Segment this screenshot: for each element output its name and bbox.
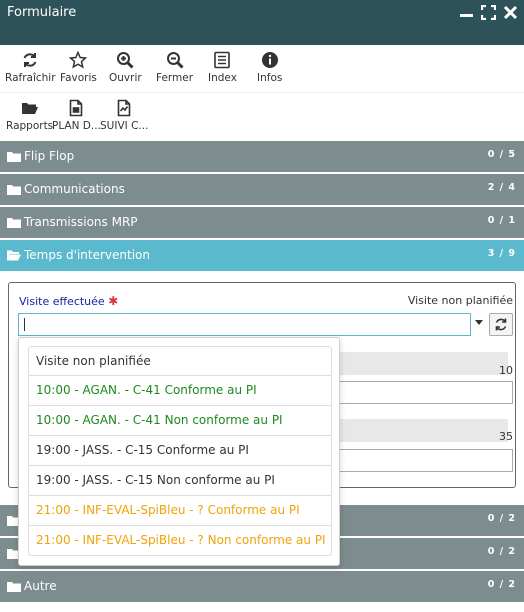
index-label: Index (208, 72, 237, 84)
suivi-label: SUIVI C... (100, 120, 149, 132)
option-label: 21:00 - INF-EVAL-SpiBleu - ? Non conform… (36, 533, 326, 547)
dropdown-option[interactable]: 19:00 - JASS. - C-15 Conforme au PI (28, 436, 332, 466)
suivi-button[interactable]: SUIVI C... (100, 99, 148, 132)
option-label: 21:00 - INF-EVAL-SpiBleu - ? Conforme au… (36, 503, 300, 517)
reports-button[interactable]: Rapports (6, 99, 53, 132)
plan-label: PLAN D... (52, 120, 101, 132)
index-button[interactable]: Index (208, 51, 237, 84)
dropdown-option[interactable]: 10:00 - AGAN. - C-41 Conforme au PI (28, 376, 332, 406)
section-autre[interactable]: Autre 0 / 2 (0, 571, 524, 602)
option-label: Visite non planifiée (36, 354, 151, 368)
section-label: Temps d'intervention (24, 248, 150, 262)
dropdown-option[interactable]: 19:00 - JASS. - C-15 Non conforme au PI (28, 466, 332, 496)
folder-icon (7, 185, 21, 195)
info-icon (261, 52, 278, 68)
zoom-in-icon (117, 52, 134, 69)
window-title: Formulaire (7, 5, 77, 20)
list-icon (214, 51, 231, 69)
section-count: 3 / 9 (487, 248, 516, 259)
required-icon: ✱ (108, 294, 119, 308)
section-temps-intervention[interactable]: Temps d'intervention 3 / 9 (0, 240, 524, 271)
field-refresh-button[interactable] (489, 313, 513, 336)
section-transmissions-mrp[interactable]: Transmissions MRP 0 / 1 (0, 207, 524, 238)
plan-button[interactable]: PLAN D... (52, 99, 101, 132)
window-titlebar: Formulaire (0, 0, 524, 45)
close-button[interactable]: Fermer (156, 51, 193, 84)
section-count: 0 / 2 (487, 579, 516, 590)
open-label: Ouvrir (109, 72, 142, 84)
section-label: Transmissions MRP (24, 215, 138, 229)
window-controls (459, 4, 518, 21)
folder-icon (7, 152, 21, 162)
maximize-icon[interactable] (480, 4, 497, 21)
zoom-out-icon (166, 52, 184, 69)
chevron-down-icon[interactable] (475, 320, 483, 325)
text-caret (24, 318, 25, 331)
section-count: 0 / 2 (487, 513, 516, 524)
folder-icon (7, 218, 21, 228)
section-count: 0 / 5 (487, 149, 516, 160)
reports-label: Rapports (6, 120, 54, 132)
section-count: 0 / 2 (487, 546, 516, 557)
dropdown-option[interactable]: 10:00 - AGAN. - C-41 Non conforme au PI (28, 406, 332, 436)
refresh-icon (23, 53, 37, 67)
folder-icon (7, 582, 21, 592)
field-number-value: 10 (499, 364, 513, 377)
document-icon (70, 99, 83, 117)
close-label: Fermer (156, 72, 194, 84)
refresh-button[interactable]: Rafraîchir (5, 51, 56, 84)
section-label: Autre (24, 579, 57, 593)
section-count: 0 / 1 (487, 215, 516, 226)
info-label: Infos (257, 72, 283, 84)
section-communications[interactable]: Communications 2 / 4 (0, 174, 524, 205)
visit-dropdown-list: Visite non planifiée 10:00 - AGAN. - C-4… (18, 337, 340, 566)
section-count: 2 / 4 (487, 182, 516, 193)
folder-open-icon (21, 103, 38, 114)
chart-document-icon (117, 99, 131, 117)
field-number-value: 35 (499, 430, 513, 443)
minimize-icon[interactable] (459, 5, 474, 20)
option-label: 10:00 - AGAN. - C-41 Non conforme au PI (36, 413, 283, 427)
option-label: 19:00 - JASS. - C-15 Conforme au PI (36, 443, 249, 457)
section-label: Flip Flop (24, 149, 75, 163)
field-current-value: Visite non planifiée (407, 294, 513, 307)
section-flip-flop[interactable]: Flip Flop 0 / 5 (0, 141, 524, 172)
dropdown-option[interactable]: 21:00 - INF-EVAL-SpiBleu - ? Non conform… (28, 526, 332, 556)
visit-select-input[interactable] (18, 313, 471, 336)
open-button[interactable]: Ouvrir (109, 51, 142, 84)
refresh-label: Rafraîchir (5, 72, 56, 84)
section-label: Communications (24, 182, 125, 196)
info-button[interactable]: Infos (257, 51, 282, 84)
dropdown-option[interactable]: 21:00 - INF-EVAL-SpiBleu - ? Conforme au… (28, 496, 332, 526)
favorites-label: Favoris (60, 72, 97, 84)
option-label: 19:00 - JASS. - C-15 Non conforme au PI (36, 473, 275, 487)
refresh-icon (495, 318, 507, 331)
favorites-button[interactable]: Favoris (60, 51, 97, 84)
star-icon (69, 51, 88, 69)
close-icon[interactable] (503, 5, 518, 20)
toolbar: Rafraîchir Favoris Ouvrir Fermer Index I… (0, 45, 524, 93)
folder-open-icon (7, 250, 21, 261)
option-label: 10:00 - AGAN. - C-41 Conforme au PI (36, 383, 257, 397)
field-label: Visite effectuée ✱ (19, 294, 118, 308)
dropdown-option[interactable]: Visite non planifiée (28, 346, 332, 376)
toolbar-secondary: Rapports PLAN D... SUIVI C... (0, 93, 524, 139)
field-label-text: Visite effectuée (19, 295, 105, 308)
